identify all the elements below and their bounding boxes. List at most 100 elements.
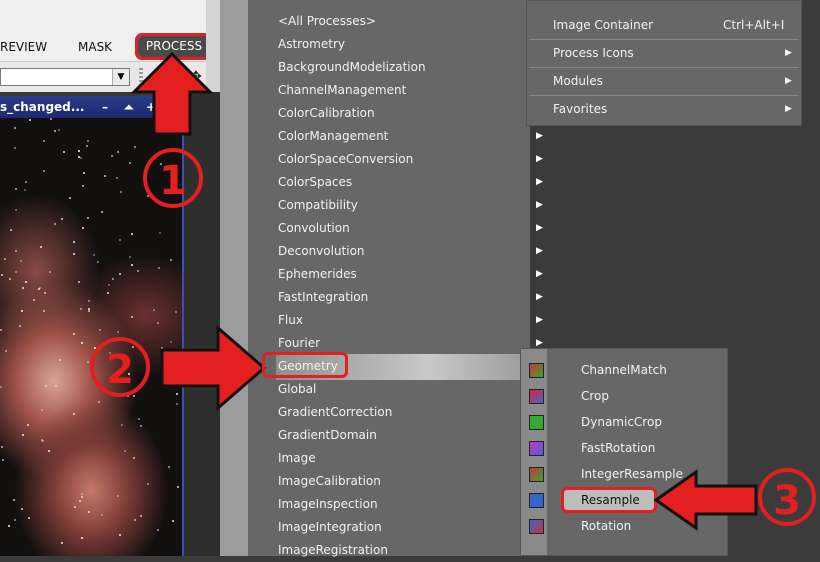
star	[13, 499, 15, 501]
submenu-arrow-icon: ▶	[536, 292, 543, 302]
process-menu-item-label: BackgroundModelization	[278, 60, 426, 74]
minimize-icon[interactable]: –	[102, 96, 108, 118]
process-menu-item[interactable]: Image▶	[278, 447, 543, 470]
annotation-arrow-left-icon	[653, 469, 758, 531]
process-menu-item-label: Ephemerides	[278, 267, 357, 281]
submenu-arrow-icon: ▶	[785, 104, 792, 114]
star	[80, 308, 82, 310]
submenu-arrow-icon: ▶	[785, 76, 792, 86]
star	[121, 424, 123, 426]
star	[168, 466, 170, 468]
workspace-right	[802, 0, 820, 556]
process-menu-item[interactable]: Compatibility ▶	[278, 194, 543, 217]
dynamiccrop-icon	[529, 415, 544, 430]
process-menu-item-label: FastIntegration	[278, 290, 369, 304]
process-menu-item[interactable]: <All Processes>	[278, 10, 528, 33]
chevron-down-icon[interactable]: ▼	[112, 69, 129, 85]
process-menu-item[interactable]: Deconvolution ▶	[278, 240, 543, 263]
star	[50, 118, 52, 120]
process-menu-item[interactable]: ChannelManagement▶	[278, 79, 543, 102]
geometry-submenu-item[interactable]: FastRotation	[581, 435, 721, 461]
geometry-submenu-item[interactable]: ChannelMatch	[581, 357, 721, 383]
process-menu-item-label: Convolution	[278, 221, 350, 235]
star	[15, 209, 17, 211]
star	[81, 537, 83, 539]
star	[58, 129, 60, 131]
star	[129, 162, 131, 164]
star	[131, 316, 133, 318]
process-submenu-item[interactable]: Process Icons ▶	[553, 39, 797, 67]
star	[69, 197, 71, 199]
star	[28, 517, 30, 519]
star	[83, 172, 85, 174]
process-menu-item-label: ImageIntegration	[278, 520, 382, 534]
star	[117, 495, 119, 497]
menu-preview[interactable]: REVIEW	[0, 40, 47, 54]
annotation-step-3: 3	[758, 468, 816, 526]
process-menu-item[interactable]: ImageCalibration▶	[278, 470, 543, 493]
star	[157, 322, 159, 324]
star	[41, 439, 43, 441]
process-menu-item[interactable]: Global▶	[278, 378, 543, 401]
process-submenu-item[interactable]: Modules ▶	[553, 67, 797, 95]
process-submenu-item-label: Favorites	[553, 102, 608, 116]
annotation-arrow-right-icon	[160, 324, 267, 412]
process-menu-item-label: Deconvolution	[278, 244, 365, 258]
shortcut-label: Ctrl+Alt+I	[723, 18, 785, 32]
star	[10, 229, 12, 231]
star	[120, 191, 122, 193]
fastrotation-icon	[529, 441, 544, 456]
star	[81, 493, 83, 495]
star	[140, 425, 142, 427]
process-menu: <All Processes>Astrometry▶BackgroundMode…	[220, 0, 543, 557]
star	[33, 299, 35, 301]
process-menu-item-label: ColorManagement	[278, 129, 389, 143]
menu-mask[interactable]: MASK	[78, 40, 112, 54]
star	[140, 515, 142, 517]
geometry-submenu-item[interactable]: DynamicCrop	[581, 409, 721, 435]
submenu-arrow-icon: ▶	[536, 154, 543, 164]
star	[111, 155, 113, 157]
star	[14, 147, 16, 149]
star	[25, 181, 27, 183]
process-menu-item[interactable]: BackgroundModelization▶	[278, 56, 543, 79]
image-window-title: s_changed...	[0, 100, 85, 114]
star	[159, 232, 161, 234]
process-menu-item[interactable]: ColorCalibration▶	[278, 102, 543, 125]
process-menu-item-label: ColorSpaces	[278, 175, 353, 189]
star	[29, 119, 31, 121]
process-menu-item[interactable]: ColorSpaces ▶	[278, 171, 543, 194]
star	[43, 170, 45, 172]
process-menu-item[interactable]: GradientDomain▶	[278, 424, 543, 447]
star	[1, 274, 3, 276]
process-menu-item-label: GradientCorrection	[278, 405, 393, 419]
geometry-submenu-item[interactable]: Crop	[581, 383, 721, 409]
process-menu-item[interactable]: ColorManagement ▶	[278, 125, 543, 148]
process-submenu-item[interactable]: Favorites ▶	[553, 95, 797, 123]
process-menu-item[interactable]: ImageIntegration▶	[278, 516, 543, 539]
star	[170, 259, 172, 261]
process-menu-item[interactable]: GradientCorrection▶	[278, 401, 543, 424]
star	[82, 185, 84, 187]
process-menu-item[interactable]: ImageInspection▶	[278, 493, 543, 516]
star	[4, 258, 6, 260]
submenu-arrow-icon: ▶	[536, 315, 543, 325]
star	[0, 329, 2, 331]
process-menu-item-label: GradientDomain	[278, 428, 377, 442]
process-menu-item[interactable]: Convolution ▶	[278, 217, 543, 240]
process-menu-item[interactable]: Astrometry▶	[278, 33, 543, 56]
process-menu-item[interactable]: ImageRegistration▶	[278, 539, 543, 562]
star	[116, 177, 118, 179]
process-menu-item[interactable]: Ephemerides ▶	[278, 263, 543, 286]
star	[117, 331, 119, 333]
star	[97, 261, 99, 263]
view-selector-combo[interactable]: ▼	[0, 68, 130, 86]
star	[147, 483, 149, 485]
process-menu-item[interactable]: Flux ▶	[278, 309, 543, 332]
rotation-icon	[529, 519, 544, 534]
process-submenu-item[interactable]: Image Container Ctrl+Alt+I	[553, 11, 797, 39]
process-menu-item-label: Flux	[278, 313, 303, 327]
process-menu-item[interactable]: FastIntegration ▶	[278, 286, 543, 309]
process-menu-item[interactable]: ColorSpaceConversion ▶	[278, 148, 543, 171]
star	[131, 264, 133, 266]
